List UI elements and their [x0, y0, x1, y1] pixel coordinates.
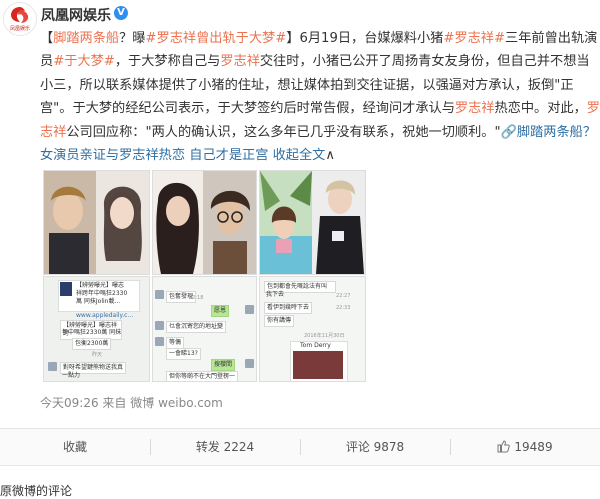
post-text-segment: 【 [40, 31, 54, 46]
favorite-label: 收藏 [62, 440, 87, 454]
source-name[interactable]: 微博 [130, 396, 154, 410]
chat-line: 但你等啲不在大門登楞一 [166, 371, 239, 381]
article-link[interactable]: 收起全文 [273, 148, 326, 163]
post-image-4[interactable]: 【辨勞曝光】曝志 祥跨年中嗎狂2330 萬 同抹Jolin載... www.ap… [43, 276, 150, 382]
post-text-segment: 】6月19日，台媒爆料小猪 [286, 31, 444, 46]
thumbs-up-icon [497, 440, 511, 453]
verified-badge-icon: V [114, 6, 128, 20]
chat-line: 一點力 [62, 372, 81, 379]
comment-label: 评论 9878 [345, 440, 405, 454]
author-avatar[interactable]: 凤凰娱乐 [3, 2, 37, 36]
chat-line: 搜櫻間 [211, 359, 236, 371]
author-name[interactable]: 凤凰网娱乐 [41, 5, 111, 25]
chat-line: 一會睇13? [166, 348, 201, 360]
like-count: 19489 [514, 440, 553, 454]
chat-date-tag: 2016年11月30日 [304, 333, 345, 339]
phoenix-logo-icon [11, 7, 29, 23]
post-text-segment: ∧ [325, 148, 335, 164]
avatar-caption: 凤凰娱乐 [9, 26, 30, 32]
chat-line: 你有講傳 [264, 315, 295, 327]
post-image-1[interactable] [43, 170, 150, 275]
chat-line: 包衡2300萬 [72, 338, 112, 350]
photo-pool-collage [260, 171, 365, 274]
source-prefix: 来自 [102, 396, 127, 410]
chat-line: 我下去 [266, 291, 285, 298]
post-image-5[interactable]: 包奮發現 22:18 愿恩 乜會沉寄您的地址變 等偶 一會睇13? 搜櫻間 但你… [152, 276, 257, 382]
post-text-segment: ？曝 [119, 31, 146, 46]
chat-card-title: Tom Derry [300, 342, 331, 349]
post-text-segment: 公司回应称："两人的确认识，这么多年已几乎没有联系，祝她一切顺利。" [66, 124, 501, 140]
action-bar: 收藏 转发 2224 评论 9878 19489 [0, 428, 600, 466]
photo-selfie-couple [44, 171, 149, 274]
chat-line: 萬 同抹Jolin載... [76, 298, 121, 305]
comments-section-title: 原微博的评论 [0, 484, 73, 498]
chat-line: 乜會沉寄您的地址變 [166, 321, 227, 333]
post-image-6[interactable]: 包到都會先嘅諗法有叫 我下去 22:27 看伊到幾時下去 22:33 你有講傳 … [259, 276, 366, 382]
chat-line: 年中嗎狂2330萬 同抹 [62, 329, 122, 336]
post-text-segment: 热恋中。对此， [494, 101, 587, 117]
chat-line: 看伊到幾時下去 [264, 302, 313, 314]
topic-link[interactable]: 罗志祥 [220, 54, 260, 69]
topic-link[interactable]: #于大梦# [53, 54, 115, 69]
chat-line: 愿恩 [211, 305, 230, 317]
post-text: 【脚踏两条船？曝#罗志祥曾出轨于大梦#】6月19日，台媒爆料小猪#罗志祥#三年前… [40, 27, 600, 167]
favorite-button[interactable]: 收藏 [0, 429, 150, 465]
topic-link[interactable]: 脚踏两条船 [53, 31, 119, 46]
topic-link[interactable]: #罗志祥曾出轨于大梦# [146, 31, 287, 46]
post-image-2[interactable] [152, 170, 257, 275]
repost-button[interactable]: 转发 2224 [150, 429, 300, 465]
topic-link[interactable]: #罗志祥# [443, 31, 505, 46]
post-image-3[interactable] [259, 170, 366, 275]
repost-label: 转发 2224 [195, 440, 255, 454]
comment-button[interactable]: 评论 9878 [300, 429, 450, 465]
photo-couple-collage [153, 171, 256, 274]
like-button[interactable]: 19489 [450, 429, 600, 465]
post-meta: 今天09:26 来自 微博 weibo.com [40, 394, 223, 411]
chat-date-tag: 昨天 [92, 352, 103, 358]
topic-link[interactable]: 罗志祥 [455, 101, 495, 116]
post-text-segment: ，于大梦称自己与 [114, 54, 221, 70]
post-time[interactable]: 今天09:26 [40, 396, 99, 410]
source-site: weibo.com [158, 396, 223, 410]
